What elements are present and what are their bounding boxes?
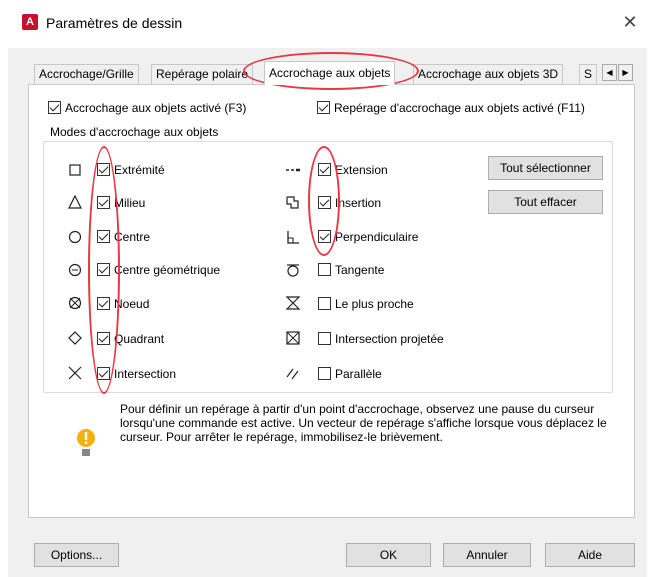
help-button[interactable]: Aide [545,543,635,567]
endpoint-icon [67,162,83,178]
select-all-button[interactable]: Tout sélectionner [488,156,603,180]
tab-scroll-right-icon[interactable]: ▶ [618,64,633,81]
tracking-on-label: Repérage d'accrochage aux objets activé … [334,101,585,115]
mode-label-perpendiculaire: Perpendiculaire [335,230,419,244]
clear-all-button[interactable]: Tout effacer [488,190,603,214]
autocad-app-icon: A [22,14,38,30]
mode-checkbox-centre-geometrique[interactable] [97,263,110,276]
nearest-icon [285,295,301,311]
tab-accrochage-objets-3d[interactable]: Accrochage aux objets 3D [413,64,564,84]
options-button[interactable]: Options... [34,543,119,567]
osnap-modes-title: Modes d'accrochage aux objets [48,125,221,139]
extension-icon [285,162,301,178]
mode-checkbox-milieu[interactable] [97,196,110,209]
mode-checkbox-perpendiculaire[interactable] [318,230,331,243]
parallel-icon [285,365,301,381]
mode-label-intersection-projetee: Intersection projetée [335,332,444,346]
midpoint-icon [67,194,83,210]
intersection-icon [67,365,83,381]
tab-truncated[interactable]: S [579,64,597,84]
osnap-on-checkbox[interactable] [48,101,61,114]
window-title: Paramètres de dessin [46,15,183,31]
mode-label-extremite: Extrémité [114,163,165,177]
ok-button[interactable]: OK [346,543,431,567]
center-icon [67,229,83,245]
mode-label-centre-geometrique: Centre géométrique [114,263,221,277]
quadrant-icon [67,330,83,346]
mode-label-extension: Extension [335,163,388,177]
insertion-icon [285,194,301,210]
mode-checkbox-centre[interactable] [97,230,110,243]
mode-label-quadrant: Quadrant [114,332,165,346]
tab-accrochage-objets[interactable]: Accrochage aux objets [264,61,396,85]
mode-checkbox-intersection-projetee[interactable] [318,332,331,345]
node-icon [67,295,83,311]
mode-label-intersection: Intersection [114,367,177,381]
mode-label-parallele: Parallèle [335,367,382,381]
mode-checkbox-insertion[interactable] [318,196,331,209]
apparent-intersection-icon [285,330,301,346]
close-icon[interactable]: ✕ [618,10,642,34]
mode-label-le-plus-proche: Le plus proche [335,297,414,311]
title-bar: A Paramètres de dessin ✕ [0,0,655,48]
mode-label-milieu: Milieu [114,196,146,210]
geometric-center-icon [67,262,83,278]
mode-checkbox-intersection[interactable] [97,367,110,380]
mode-label-centre: Centre [114,230,151,244]
mode-checkbox-quadrant[interactable] [97,332,110,345]
tab-scroll-left-icon[interactable]: ◀ [602,64,617,81]
lightbulb-info-icon [76,427,96,465]
tab-accrochage-grille[interactable]: Accrochage/Grille [34,64,139,84]
mode-checkbox-extension[interactable] [318,163,331,176]
tangent-icon [285,262,301,278]
perpendicular-icon [285,229,301,245]
mode-checkbox-tangente[interactable] [318,263,331,276]
cancel-button[interactable]: Annuler [443,543,531,567]
osnap-on-label: Accrochage aux objets activé (F3) [65,101,247,115]
mode-checkbox-le-plus-proche[interactable] [318,297,331,310]
tracking-on-checkbox[interactable] [317,101,330,114]
mode-label-insertion: Insertion [335,196,382,210]
info-text: Pour définir un repérage à partir d'un p… [120,402,607,444]
mode-label-noeud: Noeud [114,297,150,311]
mode-checkbox-extremite[interactable] [97,163,110,176]
mode-label-tangente: Tangente [335,263,385,277]
mode-checkbox-noeud[interactable] [97,297,110,310]
mode-checkbox-parallele[interactable] [318,367,331,380]
tab-reperage-polaire[interactable]: Repérage polaire [151,64,254,84]
